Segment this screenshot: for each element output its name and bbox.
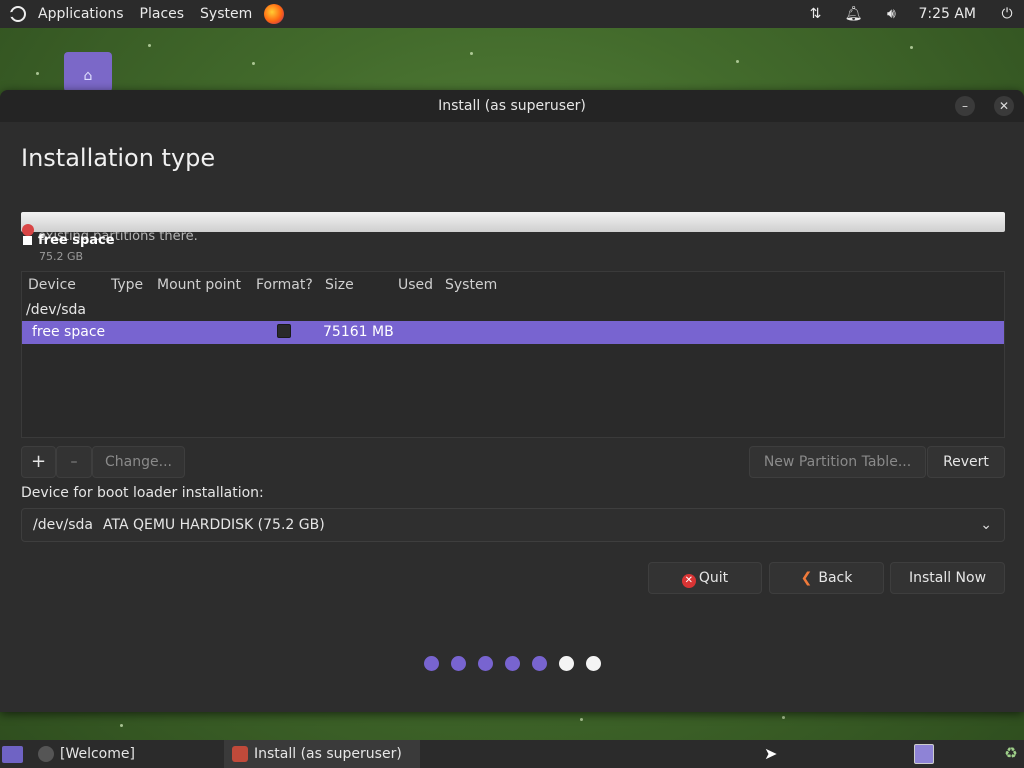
add-partition-button[interactable]: + — [21, 446, 56, 478]
warning-icon — [22, 224, 34, 236]
column-size[interactable]: Size — [325, 277, 354, 293]
clock[interactable]: 7:25 AM — [910, 6, 990, 22]
partition-table: Device Type Mount point Format? Size Use… — [21, 271, 1005, 438]
window-title: Install (as superuser) — [438, 98, 586, 114]
taskbar-item-label: [Welcome] — [60, 746, 135, 762]
close-button[interactable]: ✕ — [994, 96, 1014, 116]
taskbar-item-installer[interactable]: Install (as superuser) — [224, 740, 420, 768]
volume-icon[interactable]: 🔊︎ — [872, 6, 910, 22]
desktop-star — [36, 72, 39, 75]
row-device: free space — [32, 324, 106, 340]
quit-label: Quit — [698, 570, 729, 586]
column-device[interactable]: Device — [28, 277, 76, 293]
table-row-free-space[interactable]: free space 75161 MB — [22, 321, 1004, 344]
installer-window: Install (as superuser) – ✕ Installation … — [0, 90, 1024, 712]
change-partition-button[interactable]: Change... — [92, 446, 185, 478]
boot-loader-label: Device for boot loader installation: — [21, 485, 264, 501]
column-used[interactable]: Used — [398, 277, 433, 293]
notification-bell-icon[interactable]: 🔔︎ — [834, 6, 872, 22]
menu-system[interactable]: System — [192, 6, 260, 22]
system-tray: ⇅ 🔔︎ 🔊︎ 7:25 AM ⏻ — [796, 0, 1024, 28]
welcome-app-icon — [38, 746, 54, 762]
firefox-launcher-icon[interactable] — [264, 4, 285, 24]
main-menu: Applications Places System — [0, 0, 290, 28]
new-partition-table-button[interactable]: New Partition Table... — [749, 446, 926, 478]
desktop-star — [782, 716, 785, 719]
legend-swatch — [23, 236, 32, 245]
trash-icon[interactable]: ♻ — [1002, 744, 1020, 764]
table-header: Device Type Mount point Format? Size Use… — [22, 272, 1004, 298]
power-icon[interactable]: ⏻ — [990, 6, 1024, 22]
progress-step-dot — [451, 656, 466, 671]
format-checkbox[interactable] — [277, 324, 291, 338]
boot-device: /dev/sda — [33, 517, 93, 533]
menu-applications[interactable]: Applications — [30, 6, 132, 22]
show-desktop-icon[interactable] — [2, 746, 23, 763]
table-row-disk[interactable]: /dev/sda — [26, 302, 86, 318]
legend-size: 75.2 GB — [39, 250, 84, 263]
quit-icon: ✕ — [681, 574, 696, 588]
ubuntu-logo-icon[interactable] — [9, 6, 26, 22]
back-arrow-icon: ❮ — [800, 570, 813, 586]
chevron-down-icon: ⌄ — [980, 517, 992, 533]
progress-step-dot — [424, 656, 439, 671]
progress-step-dot — [532, 656, 547, 671]
minimize-button[interactable]: – — [955, 96, 975, 116]
mouse-cursor-icon: ➤ — [764, 744, 778, 763]
back-button[interactable]: ❮ Back — [769, 562, 884, 594]
taskbar-item-welcome[interactable]: [Welcome] — [30, 740, 220, 768]
desktop-star — [736, 60, 739, 63]
column-type[interactable]: Type — [111, 277, 143, 293]
boot-device-description: ATA QEMU HARDDISK (75.2 GB) — [103, 517, 325, 533]
menu-places[interactable]: Places — [132, 6, 193, 22]
installer-app-icon — [232, 746, 248, 762]
desktop-star — [910, 46, 913, 49]
taskbar-item-label: Install (as superuser) — [254, 746, 402, 762]
quit-button[interactable]: ✕ Quit — [648, 562, 762, 594]
back-label: Back — [818, 570, 853, 586]
progress-step-dot — [586, 656, 601, 671]
remove-partition-button[interactable]: – — [56, 446, 92, 478]
desktop-star — [470, 52, 473, 55]
revert-button[interactable]: Revert — [927, 446, 1005, 478]
desktop-star — [148, 44, 151, 47]
top-panel: Applications Places System ⇅ 🔔︎ 🔊︎ 7:25 … — [0, 0, 1024, 28]
legend-label: free space — [38, 233, 115, 248]
window-titlebar[interactable]: Install (as superuser) – ✕ — [0, 90, 1024, 122]
progress-step-dot — [505, 656, 520, 671]
progress-step-dot — [559, 656, 574, 671]
column-mount-point[interactable]: Mount point — [157, 277, 241, 293]
progress-step-dot — [478, 656, 493, 671]
desktop-star — [252, 62, 255, 65]
desktop-star — [580, 718, 583, 721]
boot-loader-select[interactable]: /dev/sda ATA QEMU HARDDISK (75.2 GB) ⌄ — [21, 508, 1005, 542]
network-icon[interactable]: ⇅ — [796, 6, 834, 22]
row-size: 75161 MB — [323, 324, 394, 340]
column-system[interactable]: System — [445, 277, 497, 293]
page-title: Installation type — [21, 144, 216, 172]
column-format[interactable]: Format? — [256, 277, 313, 293]
desktop-star — [120, 724, 123, 727]
install-now-button[interactable]: Install Now — [890, 562, 1005, 594]
home-folder-icon[interactable]: ⌂ — [64, 52, 112, 92]
bottom-panel: [Welcome] Install (as superuser) ➤ ♻ — [0, 740, 1024, 768]
workspace-switcher-icon[interactable] — [914, 744, 934, 764]
